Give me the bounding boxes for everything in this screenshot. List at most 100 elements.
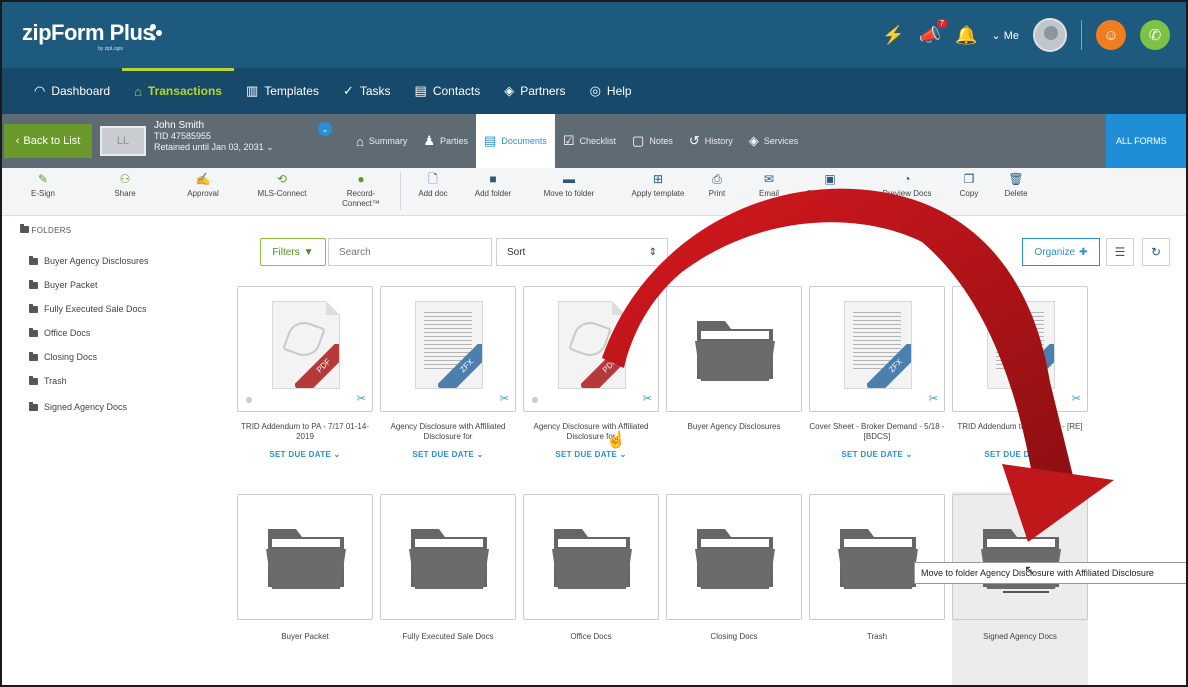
attachment-icon[interactable]: ✂ (643, 392, 652, 405)
esign-button[interactable]: ✎ E-Sign (24, 172, 62, 199)
nav-transactions[interactable]: ⌂ Transactions (122, 68, 234, 114)
preview-icon: ◔ (903, 172, 911, 186)
tab-summary[interactable]: ⌂ Summary (348, 114, 415, 168)
search-input[interactable] (328, 238, 492, 266)
folder-card[interactable] (523, 494, 659, 620)
me-menu[interactable]: ⌄ Me (991, 29, 1019, 42)
folder-label[interactable]: Signed Agency Docs (950, 632, 1090, 642)
tab-checklist[interactable]: ☑ Checklist (555, 114, 624, 168)
folder-label[interactable]: Fully Executed Sale Docs (378, 632, 518, 642)
document-card[interactable]: ZFX ✂ (809, 286, 945, 412)
folder-icon (29, 303, 38, 313)
nav-templates[interactable]: ▥ Templates (234, 68, 331, 114)
organize-button[interactable]: Organize ✚ (1022, 238, 1100, 266)
filters-button[interactable]: Filters ▼ (260, 238, 326, 266)
folder-card[interactable] (380, 494, 516, 620)
tab-notes[interactable]: ▢ Notes (624, 114, 681, 168)
folder-label[interactable]: Office Docs (521, 632, 661, 642)
folder-label[interactable]: Closing Docs (664, 632, 804, 642)
sidebar-folder-buyer-packet[interactable]: Buyer Packet (29, 279, 98, 290)
transaction-bar: ‹ Back to List LL John Smith TID 47585955… (2, 114, 1186, 168)
preview-docs-button[interactable]: ◔ Preview Docs (874, 172, 940, 199)
transaction-dropdown-icon[interactable]: ⌄ (318, 122, 332, 136)
nav-tasks[interactable]: ✓ Tasks (331, 68, 403, 114)
attachment-icon[interactable]: ✂ (357, 392, 366, 405)
folder-card[interactable] (237, 494, 373, 620)
toolbar-divider (400, 172, 401, 210)
lightning-icon[interactable]: ⚡ (882, 25, 904, 46)
refresh-button[interactable]: ↻ (1142, 238, 1170, 266)
document-label[interactable]: Agency Disclosure with Affiliated Disclo… (378, 422, 518, 442)
email-button[interactable]: ✉ Email (752, 172, 786, 199)
list-view-button[interactable]: ☰ (1106, 238, 1134, 266)
sidebar-folder-signed-agency-docs[interactable]: Signed Agency Docs (29, 401, 127, 412)
tab-history[interactable]: ↺ History (681, 114, 741, 168)
share-button[interactable]: ⚇ Share (106, 172, 144, 199)
nav-dashboard[interactable]: ◠ Dashboard (22, 68, 122, 114)
copy-button[interactable]: ❐ Copy (954, 172, 984, 199)
folder-card[interactable] (809, 494, 945, 620)
app-logo[interactable]: zipForm Plus (22, 20, 155, 46)
folder-label[interactable]: Trash (807, 632, 947, 642)
tab-services[interactable]: ◈ Services (741, 114, 807, 168)
document-card[interactable]: PDF ✂ (237, 286, 373, 412)
delete-button[interactable]: 🗑 Delete (998, 172, 1034, 199)
avatar[interactable] (1033, 18, 1067, 52)
document-card[interactable]: PDF ✂ (523, 286, 659, 412)
record-connect-button[interactable]: ● Record-Connect™ (334, 172, 388, 209)
sidebar-folder-office-docs[interactable]: Office Docs (29, 327, 90, 338)
sidebar-folder-closing-docs[interactable]: Closing Docs (29, 351, 97, 362)
attachment-icon[interactable]: ✂ (500, 392, 509, 405)
megaphone-icon[interactable]: 📣 7 (919, 18, 948, 46)
add-doc-button[interactable]: 🗋 Add doc (408, 172, 458, 199)
set-due-date-link[interactable]: SET DUE DATE ⌄ (378, 450, 518, 459)
set-due-date-link[interactable]: SET DUE DATE ⌄ (521, 450, 661, 459)
add-folder-button[interactable]: ■ Add folder (464, 172, 522, 199)
pdf-icon: ▣ (824, 172, 836, 186)
bell-icon[interactable]: 🔔 (955, 25, 977, 46)
move-to-folder-button[interactable]: ▬ Move to folder (530, 172, 608, 199)
nav-partners[interactable]: ◈ Partners (492, 68, 577, 114)
approval-button[interactable]: ✍ Approval (180, 172, 226, 199)
home-icon: ⌂ (356, 133, 364, 149)
sidebar-folder-trash[interactable]: Trash (29, 375, 67, 386)
back-to-list-button[interactable]: ‹ Back to List (4, 124, 92, 158)
set-due-date-link[interactable]: SET DUE DATE ⌄ (235, 450, 375, 459)
folder-card[interactable] (666, 286, 802, 412)
folder-icon (550, 525, 634, 596)
header-divider (1081, 20, 1082, 50)
set-due-date-link[interactable]: SET DUE DATE ⌄ (807, 450, 947, 459)
attachment-icon[interactable]: ✂ (929, 392, 938, 405)
document-card[interactable]: ZFX ✂ (380, 286, 516, 412)
transaction-id: TID 47585955 (154, 131, 212, 141)
folder-label[interactable]: Buyer Packet (235, 632, 375, 642)
chat-icon[interactable]: ✆ (1140, 20, 1170, 50)
print-button[interactable]: ⎙ Print (702, 172, 732, 199)
nav-contacts[interactable]: ▤ Contacts (403, 68, 493, 114)
folder-label[interactable]: Buyer Agency Disclosures (664, 422, 804, 432)
set-due-date-link[interactable]: SET DUE DATE ⌄ (950, 450, 1090, 459)
tab-documents[interactable]: ▤ Documents (476, 114, 555, 168)
document-icon: ▤ (484, 133, 497, 148)
document-label[interactable]: Cover Sheet - Broker Demand - 5/18 - [BD… (807, 422, 947, 442)
zfx-badge: ZFX (1010, 344, 1054, 388)
sidebar-folder-fully-executed[interactable]: Fully Executed Sale Docs (29, 303, 147, 314)
sort-select[interactable]: Sort ⇕ (496, 238, 668, 266)
folder-card-drop-target[interactable] (952, 494, 1088, 620)
attachment-icon[interactable]: ✂ (1072, 392, 1081, 405)
pdf-thumbnail: PDF (272, 301, 340, 389)
folder-card[interactable] (666, 494, 802, 620)
sidebar-folder-buyer-agency-disclosures[interactable]: Buyer Agency Disclosures (29, 255, 149, 266)
tab-parties[interactable]: ♟ Parties (415, 114, 476, 168)
people-icon[interactable]: ☺ (1096, 20, 1126, 50)
all-forms-button[interactable]: ALL FORMS (1106, 114, 1186, 168)
save-as-pdf-button[interactable]: ▣ Save as PDF (798, 172, 862, 199)
document-label[interactable]: TRID Addendum to PA - 7/17 - [RE] (950, 422, 1090, 432)
document-card[interactable]: ZFX ✂ (952, 286, 1088, 412)
mls-connect-button[interactable]: ⟲ MLS-Connect (252, 172, 312, 199)
document-label[interactable]: TRID Addendum to PA - 7/17 01-14-2019 (235, 422, 375, 442)
document-label[interactable]: Agency Disclosure with Affiliated Disclo… (521, 422, 661, 442)
transaction-thumbnail[interactable]: LL (100, 126, 146, 156)
apply-template-button[interactable]: ⊞ Apply template (618, 172, 698, 199)
nav-help[interactable]: ◎ Help (578, 68, 644, 114)
